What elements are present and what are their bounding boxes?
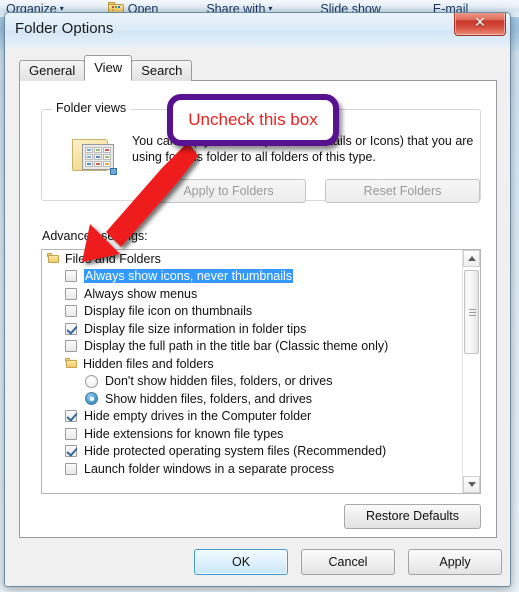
- list-item-label: Hidden files and folders: [83, 356, 214, 371]
- list-item[interactable]: Display file icon on thumbnails: [42, 303, 462, 321]
- list-item[interactable]: Display the full path in the title bar (…: [42, 338, 462, 356]
- checkbox-display-file-size-info[interactable]: [65, 322, 77, 335]
- radio-show-hidden-files[interactable]: [85, 392, 98, 406]
- checkbox-launch-folder-windows[interactable]: [65, 462, 77, 475]
- close-button[interactable]: ✕: [454, 13, 506, 36]
- advanced-settings-rows: Files and Folders Always show icons, nev…: [42, 250, 462, 478]
- reset-folders-button[interactable]: Reset Folders: [325, 179, 480, 203]
- list-item[interactable]: Always show menus: [42, 285, 462, 303]
- apply-to-folders-button[interactable]: Apply to Folders: [151, 179, 306, 203]
- scroll-down-button[interactable]: [463, 476, 480, 493]
- folder-views-icon: [72, 136, 117, 175]
- list-item-label: Always show icons, never thumbnails: [84, 269, 294, 284]
- annotation-callout-text: Uncheck this box: [188, 110, 318, 129]
- tab-search[interactable]: Search: [131, 60, 193, 81]
- list-item[interactable]: Hide extensions for known file types: [42, 425, 462, 443]
- close-icon: ✕: [474, 14, 486, 30]
- list-item-label: Launch folder windows in a separate proc…: [84, 461, 335, 476]
- list-item-label: Hide protected operating system files (R…: [84, 444, 387, 459]
- cancel-button[interactable]: Cancel: [301, 549, 395, 575]
- list-item-label: Files and Folders: [65, 251, 161, 266]
- chevron-down-icon: [467, 482, 476, 487]
- scroll-up-button[interactable]: [463, 250, 480, 267]
- list-item[interactable]: Always show icons, never thumbnails: [42, 268, 462, 286]
- list-item[interactable]: Hidden files and folders: [42, 355, 462, 373]
- folder-icon: [47, 253, 60, 264]
- list-item-label: Hide empty drives in the Computer folder: [84, 409, 312, 424]
- checkbox-hide-empty-drives[interactable]: [65, 410, 77, 423]
- tab-strip: General View Search: [19, 55, 193, 81]
- list-item-label: Hide extensions for known file types: [84, 426, 284, 441]
- list-item-label: Display file icon on thumbnails: [84, 304, 253, 319]
- checkbox-display-full-path[interactable]: [65, 340, 77, 353]
- tab-view[interactable]: View: [84, 55, 133, 81]
- dialog-button-bar: OK Cancel Apply: [5, 538, 510, 586]
- checkbox-hide-protected-os-files[interactable]: [65, 445, 77, 458]
- list-item[interactable]: Files and Folders: [42, 250, 462, 268]
- list-item[interactable]: Hide protected operating system files (R…: [42, 443, 462, 461]
- advanced-settings-label: Advanced settings:: [42, 229, 148, 243]
- advanced-settings-scrollbar[interactable]: [462, 250, 480, 493]
- advanced-settings-list[interactable]: Files and Folders Always show icons, nev…: [41, 249, 481, 494]
- chevron-up-icon: [467, 256, 476, 261]
- list-item[interactable]: Hide empty drives in the Computer folder: [42, 408, 462, 426]
- dialog-titlebar: Folder Options ✕: [5, 13, 510, 47]
- list-item-label: Display the full path in the title bar (…: [84, 339, 389, 354]
- list-item-label: Display file size information in folder …: [84, 321, 307, 336]
- restore-defaults-button[interactable]: Restore Defaults: [344, 504, 481, 529]
- list-item[interactable]: Launch folder windows in a separate proc…: [42, 460, 462, 478]
- checkbox-always-show-icons[interactable]: [65, 270, 77, 283]
- annotation-callout: Uncheck this box: [167, 94, 339, 146]
- list-item[interactable]: Show hidden files, folders, and drives: [42, 390, 462, 408]
- ok-button[interactable]: OK: [194, 549, 288, 575]
- tab-general[interactable]: General: [19, 60, 86, 81]
- folder-views-legend: Folder views: [52, 101, 131, 115]
- grip-icon: [469, 309, 476, 318]
- checkbox-always-show-menus[interactable]: [65, 287, 77, 300]
- view-tab-panel: Folder views You can apply the view (suc…: [19, 80, 497, 538]
- apply-button[interactable]: Apply: [408, 549, 502, 575]
- checkbox-display-file-icon-on-thumbnails[interactable]: [65, 305, 77, 318]
- checkbox-hide-extensions[interactable]: [65, 427, 77, 440]
- list-item-label: Don't show hidden files, folders, or dri…: [105, 374, 333, 389]
- list-item[interactable]: Display file size information in folder …: [42, 320, 462, 338]
- dialog-title: Folder Options: [15, 20, 114, 37]
- list-item[interactable]: Don't show hidden files, folders, or dri…: [42, 373, 462, 391]
- list-item-label: Show hidden files, folders, and drives: [105, 391, 313, 406]
- scrollbar-thumb[interactable]: [464, 270, 479, 354]
- folder-icon: [65, 358, 78, 369]
- radio-dont-show-hidden-files[interactable]: [85, 374, 98, 388]
- list-item-label: Always show menus: [84, 286, 198, 301]
